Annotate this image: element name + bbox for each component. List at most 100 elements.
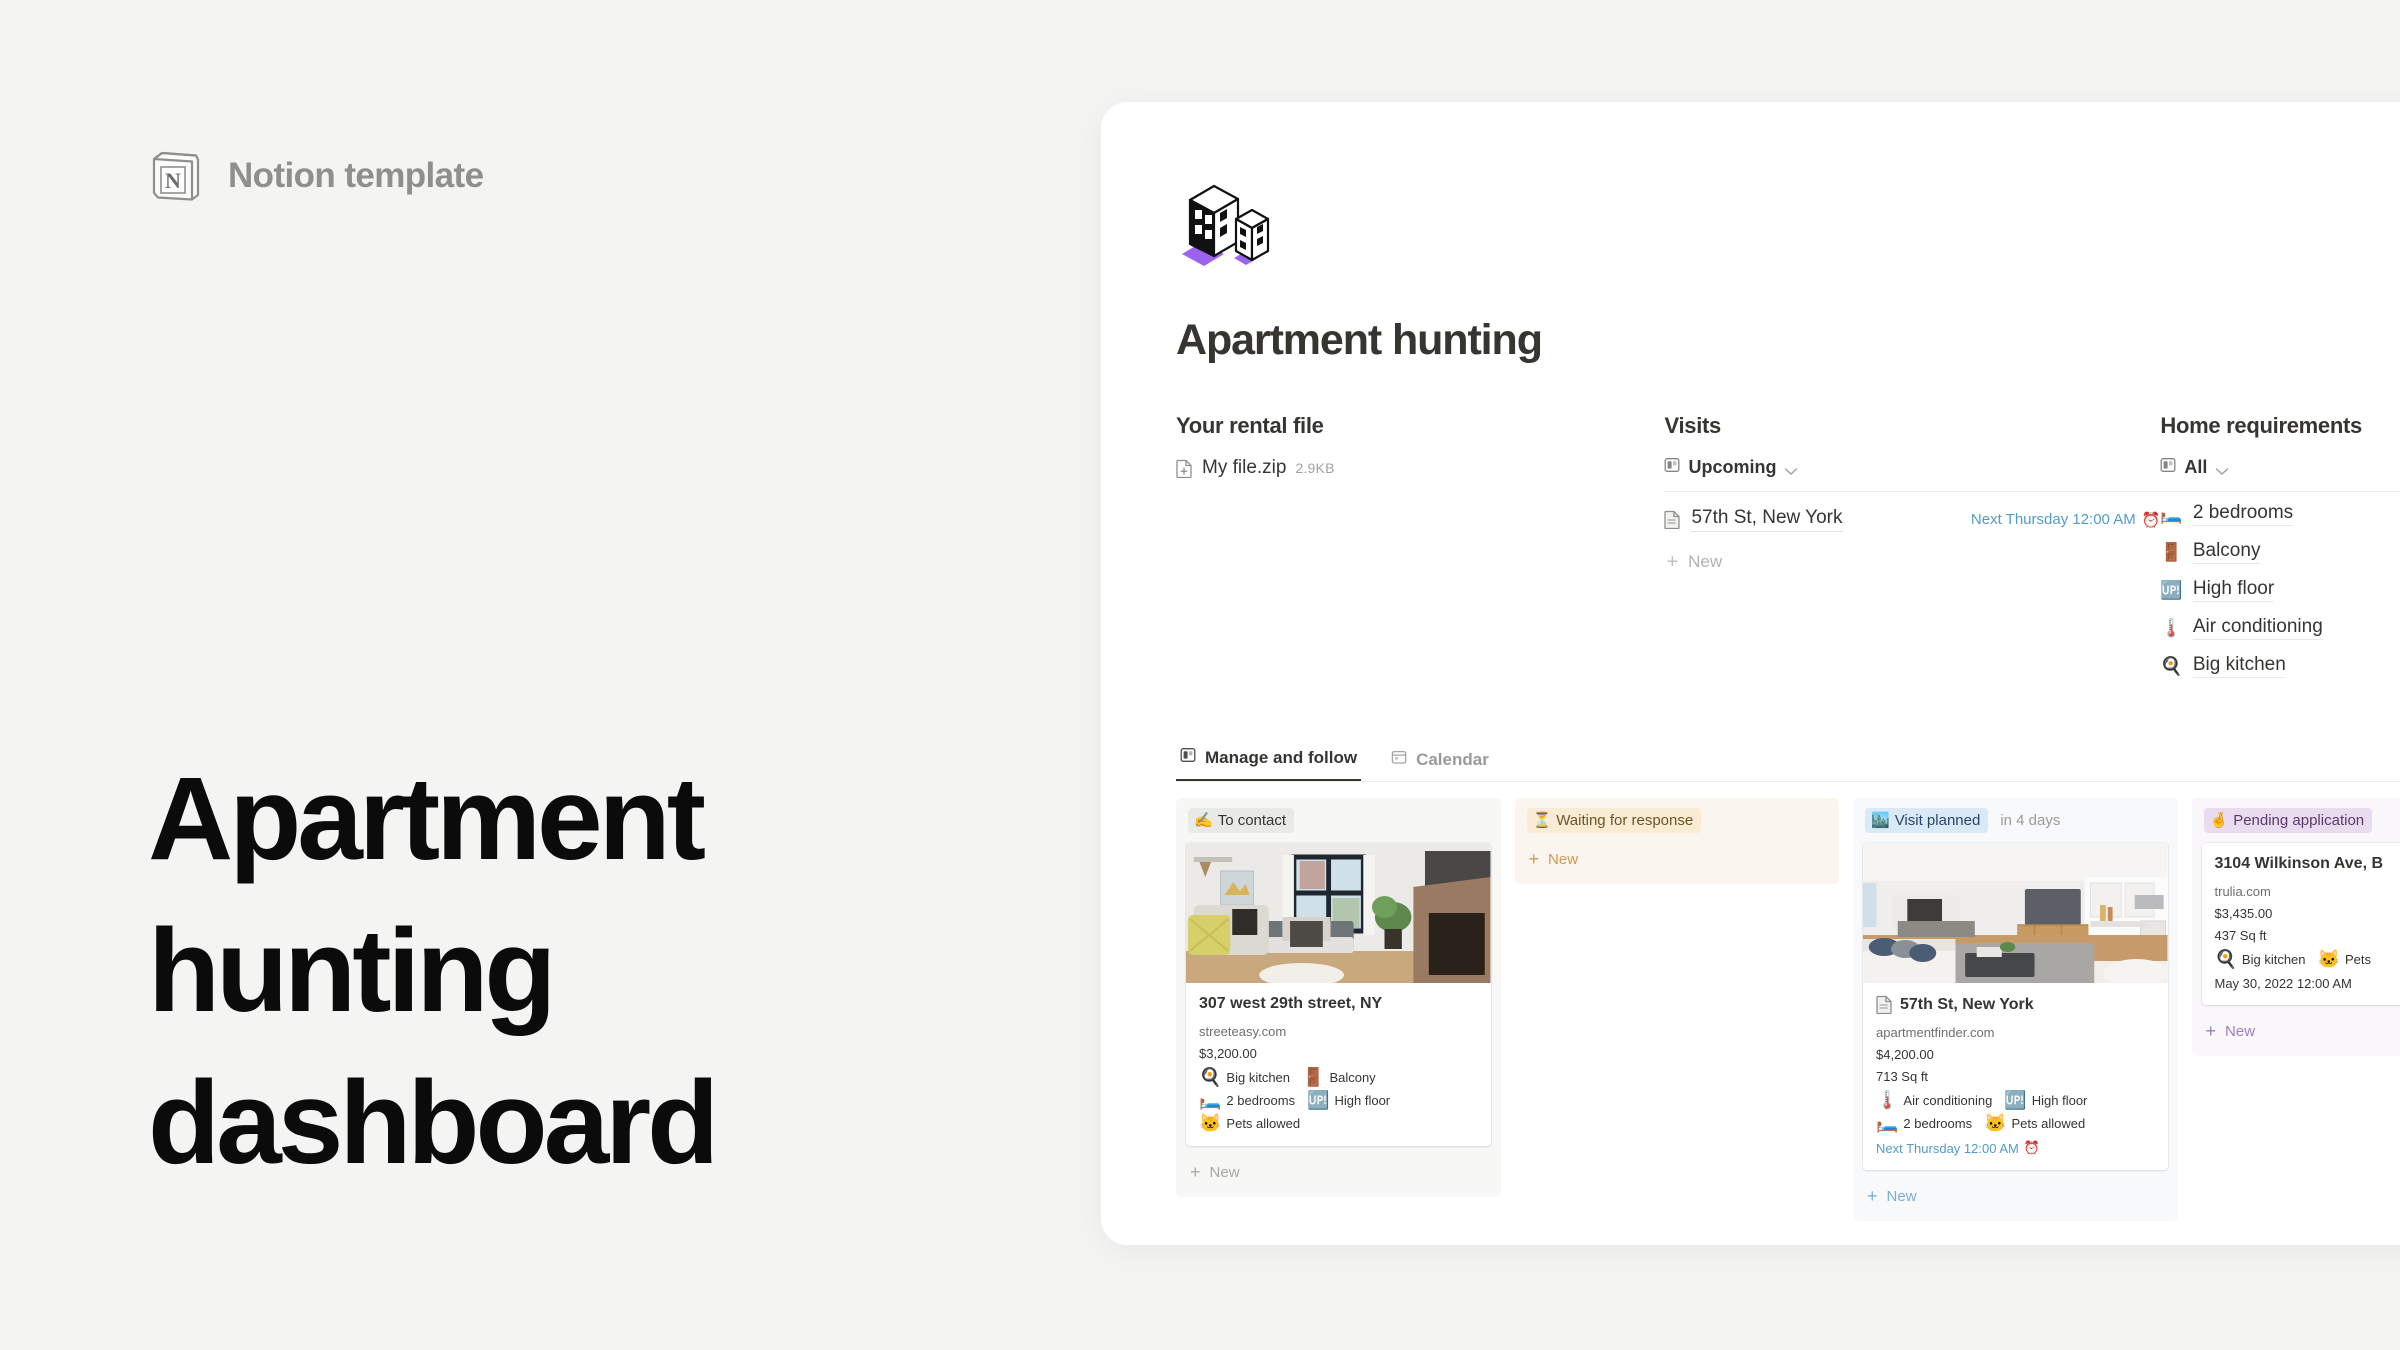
column-home-requirements: Home requirements All 🛏️ 2 bedrooms 🚪 Ba… [2160, 413, 2400, 685]
visits-divider [1664, 491, 2161, 492]
kanban-board: ✍️ To contact 307 west 29th street, NY s… [1176, 798, 2400, 1221]
hero-line-1: Apartment [148, 753, 706, 885]
new-label: New [2225, 1022, 2256, 1040]
column-header: 🏙️ Visit planned in 4 days [1863, 808, 2168, 833]
alarm-clock-icon: ⏰ [2023, 1140, 2041, 1155]
requirements-view-selector[interactable]: All [2160, 457, 2400, 491]
card-source: trulia.com [2214, 884, 2271, 899]
status-label: To contact [1217, 811, 1287, 829]
visits-row[interactable]: 57th St, New York Next Thursday 12:00 AM… [1664, 495, 2160, 542]
cooking-icon: 🍳 [2160, 656, 2183, 676]
new-label: New [1209, 1163, 1240, 1181]
up-arrow-icon: 🆙 [1307, 1090, 1330, 1110]
new-label: New [1548, 850, 1579, 868]
kanban-card[interactable]: 3104 Wilkinson Ave, B trulia.com $3,435.… [2201, 843, 2400, 1005]
requirement-label: Air conditioning [2192, 616, 2323, 640]
status-badge[interactable]: ✍️ To contact [1188, 808, 1295, 833]
property-label: Pets allowed [2011, 1115, 2086, 1131]
bedroom-photo [1186, 843, 1491, 983]
requirements-title: Home requirements [2160, 413, 2362, 438]
status-badge[interactable]: 🤞 Pending application [2203, 808, 2373, 833]
brand-lockup: N Notion template [148, 148, 484, 204]
page-properties: Your rental file My file.zip 2.9KB Visit… [1176, 413, 2400, 685]
card-property: 🐱 Pets [2318, 950, 2371, 968]
requirement-item[interactable]: 🚪 Balcony [2160, 533, 2400, 571]
visits-new-button[interactable]: + New [1664, 542, 2160, 572]
card-property: 🛏️ 2 bedrooms [1199, 1091, 1295, 1109]
notion-page-panel: Apartment hunting Your rental file My fi… [1101, 102, 2400, 1245]
visits-title: Visits [1664, 413, 1721, 438]
calendar-view-icon [1391, 749, 1407, 770]
kanban-column-waiting-for-response: ⏳ Waiting for response + New [1514, 798, 1839, 884]
card-property: 🐱 Pets allowed [1199, 1114, 1300, 1132]
bed-icon: 🛏️ [1876, 1113, 1899, 1133]
property-label: Big kitchen [1226, 1069, 1291, 1085]
card-property: 🐱 Pets allowed [1984, 1114, 2085, 1132]
plus-icon: + [1528, 849, 1540, 869]
bed-icon: 🛏️ [2160, 504, 2183, 524]
property-label: 2 bedrooms [1903, 1115, 1973, 1131]
plus-icon: + [1867, 1186, 1878, 1206]
svg-text:N: N [165, 168, 181, 193]
card-properties: 🍳 Big kitchen 🐱 Pets [2215, 950, 2400, 968]
column-new-button[interactable]: + New [1186, 1156, 1491, 1183]
card-source: streeteasy.com [1199, 1024, 1287, 1039]
requirements-divider [2160, 491, 2400, 492]
tab-manage-and-follow[interactable]: Manage and follow [1176, 747, 1362, 781]
card-area: 437 Sq ft [2214, 928, 2267, 943]
card-price: $4,200.00 [1876, 1047, 1934, 1062]
card-price: $3,435.00 [2214, 906, 2273, 921]
card-properties: 🌡️ Air conditioning 🆙 High floor 🛏️ 2 be… [1876, 1091, 2155, 1132]
property-label: Big kitchen [2241, 951, 2306, 967]
hero-line-3: dashboard [148, 1057, 719, 1189]
visits-new-label: New [1688, 552, 1723, 571]
kanban-card[interactable]: 307 west 29th street, NY streeteasy.com … [1186, 843, 1491, 1146]
requirements-view-label: All [2184, 457, 2208, 477]
status-label: Waiting for response [1556, 811, 1694, 829]
file-attachment[interactable]: My file.zip 2.9KB [1176, 457, 1664, 479]
card-date: Next Thursday 12:00 AM ⏰ [1876, 1140, 2041, 1156]
status-label: Visit planned [1894, 811, 1981, 829]
visits-view-label: Upcoming [1688, 457, 1777, 477]
status-badge[interactable]: ⏳ Waiting for response [1526, 808, 1702, 833]
file-size: 2.9KB [1295, 460, 1335, 476]
card-property: 🚪 Balcony [1302, 1068, 1376, 1086]
requirement-label: High floor [2192, 578, 2275, 602]
door-icon: 🚪 [2160, 542, 2183, 562]
cooking-icon: 🍳 [1199, 1067, 1222, 1087]
column-new-button[interactable]: + New [1525, 843, 1830, 870]
door-icon: 🚪 [1302, 1067, 1325, 1087]
cat-icon: 🐱 [2317, 949, 2340, 969]
card-property: 🆙 High floor [2004, 1091, 2087, 1109]
kanban-column-visit-planned: 🏙️ Visit planned in 4 days 57th St, New … [1853, 798, 2178, 1221]
up-arrow-icon: 🆙 [2160, 580, 2183, 600]
cityscape-icon: 🏙️ [1871, 812, 1890, 829]
cat-icon: 🐱 [1984, 1113, 2007, 1133]
requirement-item[interactable]: 🆙 High floor [2160, 571, 2400, 609]
visits-view-selector[interactable]: Upcoming [1664, 457, 2160, 491]
kanban-column-to-contact: ✍️ To contact 307 west 29th street, NY s… [1176, 798, 1501, 1197]
hourglass-icon: ⏳ [1532, 812, 1552, 829]
column-new-button[interactable]: + New [2202, 1015, 2400, 1042]
page-title: Apartment hunting [1176, 316, 1543, 364]
status-badge[interactable]: 🏙️ Visit planned [1865, 808, 1989, 833]
property-label: 2 bedrooms [1226, 1092, 1296, 1108]
requirement-item[interactable]: 🍳 Big kitchen [2160, 647, 2400, 685]
column-rental-file: Your rental file My file.zip 2.9KB [1176, 413, 1664, 685]
column-new-button[interactable]: + New [1863, 1180, 2168, 1207]
thermometer-icon: 🌡️ [2160, 618, 2183, 638]
database-tabs: Manage and follow Calendar [1176, 747, 2400, 782]
column-header: ⏳ Waiting for response [1525, 808, 1830, 833]
isometric-buildings-icon [1176, 172, 1288, 272]
requirement-item[interactable]: 🛏️ 2 bedrooms [2160, 495, 2400, 533]
card-property: 🛏️ 2 bedrooms [1876, 1114, 1972, 1132]
chevron-down-icon[interactable] [2215, 463, 2229, 475]
chevron-down-icon[interactable] [1784, 463, 1798, 475]
kanban-card[interactable]: 57th St, New York apartmentfinder.com $4… [1863, 843, 2168, 1170]
requirement-label: Big kitchen [2192, 654, 2286, 678]
card-property: 🌡️ Air conditioning [1876, 1091, 1992, 1109]
screenshot-root: N Notion template Apartment hunting dash… [0, 0, 2400, 1350]
tab-calendar[interactable]: Calendar [1387, 749, 1493, 781]
requirement-item[interactable]: 🌡️ Air conditioning [2160, 609, 2400, 647]
crossed-fingers-icon: 🤞 [2209, 812, 2229, 829]
